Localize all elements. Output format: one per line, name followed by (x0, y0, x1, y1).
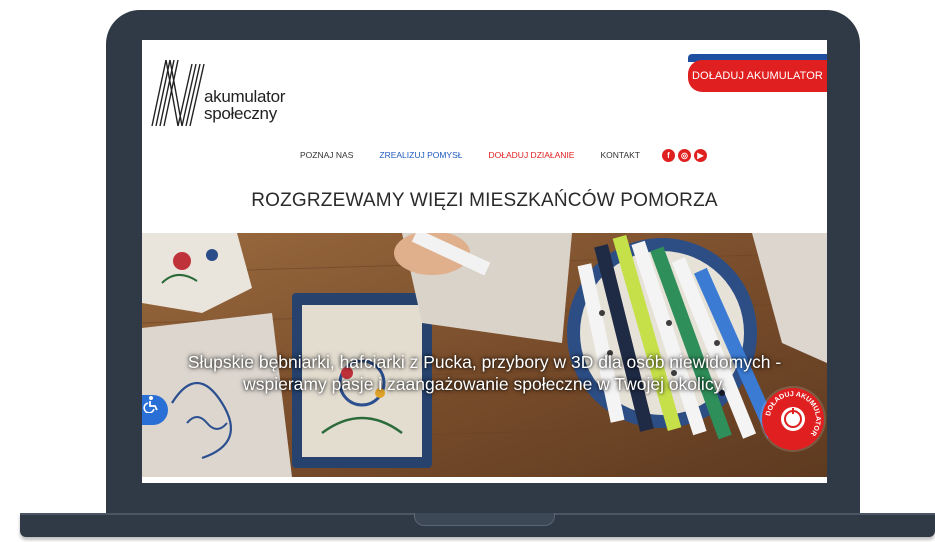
page-headline: ROZGRZEWAMY WIĘZI MIESZKAŃCÓW POMORZA (251, 190, 718, 211)
site-logo[interactable]: akumulator społeczny (148, 58, 288, 128)
youtube-icon[interactable]: ▶ (694, 148, 707, 162)
logo-line-2: społeczny (204, 104, 277, 123)
cta-wrap: DOŁADUJ AKUMULATOR (688, 54, 827, 92)
hero-caption-line-2: wspieramy pasje i zaangażowanie społeczn… (243, 374, 726, 394)
laptop-notch (414, 513, 555, 526)
wheelchair-icon (143, 396, 158, 413)
facebook-icon[interactable]: f (662, 148, 675, 162)
screen-bottom-bar (142, 477, 827, 483)
nav-item-support-action[interactable]: DOŁADUJ DZIAŁANIE (489, 150, 575, 160)
nav-item-about[interactable]: POZNAJ NAS (300, 150, 353, 160)
hero-caption: Słupskie bębniarki, hafciarki z Pucka, p… (142, 351, 827, 395)
recharge-badge-graphic: DOŁADUJ AKUMULATOR (765, 391, 821, 437)
nav-item-contact[interactable]: KONTAKT (600, 150, 640, 160)
hero-caption-line-1: Słupskie bębniarki, hafciarki z Pucka, p… (187, 352, 782, 372)
hero-banner: Słupskie bębniarki, hafciarki z Pucka, p… (142, 233, 827, 477)
nav-item-realize-idea[interactable]: ZREALIZUJ POMYSŁ (379, 150, 462, 160)
recharge-badge[interactable]: DOŁADUJ AKUMULATOR (762, 388, 824, 450)
main-nav: POZNAJ NAS ZREALIZUJ POMYSŁ DOŁADUJ DZIA… (300, 145, 707, 165)
logo-line-1: akumulator (204, 87, 286, 106)
browser-screen: akumulator społeczny DOŁADUJ AKUMULATOR … (142, 40, 827, 483)
logo-text: akumulator społeczny (204, 88, 285, 122)
recharge-button[interactable]: DOŁADUJ AKUMULATOR (688, 60, 827, 92)
logo-mark-icon (151, 59, 205, 127)
instagram-icon[interactable]: ◎ (678, 148, 691, 162)
social-links: f ◎ ▶ (662, 148, 707, 162)
